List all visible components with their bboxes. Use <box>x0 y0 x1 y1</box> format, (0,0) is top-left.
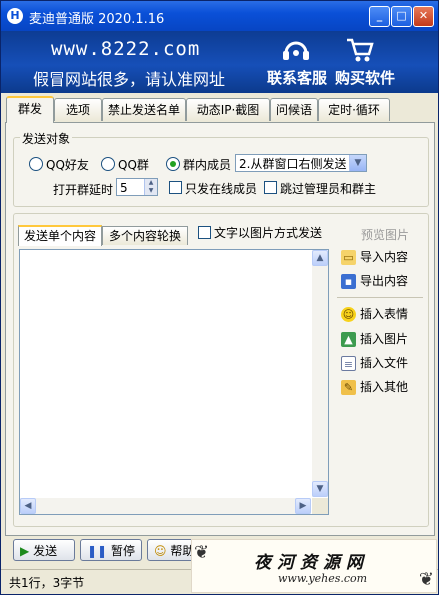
scroll-right-icon[interactable]: ▶ <box>295 498 311 514</box>
insert-other-button[interactable]: ✎ 插入其他 <box>341 377 408 397</box>
cart-icon[interactable] <box>345 37 375 66</box>
stepper-buttons[interactable]: ▲ ▼ <box>144 179 157 195</box>
content-editor[interactable]: ▲ ▼ ◀ ▶ <box>19 249 329 515</box>
close-button[interactable]: ✕ <box>413 6 434 27</box>
play-icon: ▶ <box>20 544 30 558</box>
watermark-overlay: ❦ ❦ 夜河资源网 www.yehes.com <box>191 539 437 593</box>
scroll-corner <box>312 498 328 514</box>
export-content-label: 导出内容 <box>360 274 409 288</box>
image-mode-checkbox[interactable] <box>198 226 211 239</box>
stepper-up-icon[interactable]: ▲ <box>144 179 157 187</box>
help-smiley-icon: ☺ <box>154 544 167 558</box>
only-online-label[interactable]: 只发在线成员 <box>185 180 257 197</box>
import-content-button[interactable]: ▭ 导入内容 <box>341 247 408 267</box>
status-text: 共1行，3字节 <box>9 576 85 590</box>
window-title: 麦迪普通版 2020.1.16 <box>29 12 165 27</box>
radio-qq-friend[interactable] <box>29 157 43 171</box>
pause-button-label: 暂停 <box>110 544 135 558</box>
insert-file-label: 插入文件 <box>360 356 409 370</box>
open-delay-value[interactable]: 5 <box>120 181 128 195</box>
support-link[interactable]: 联系客服 <box>267 67 327 88</box>
tab-mass-send[interactable]: 群发 <box>6 96 54 123</box>
tab-schedule[interactable]: 定时·循环 <box>318 98 390 121</box>
app-icon: H <box>7 8 23 24</box>
tab-dynamic-ip[interactable]: 动态IP·截图 <box>186 98 270 121</box>
horizontal-scrollbar[interactable]: ◀ ▶ <box>20 498 311 514</box>
watermark-name: 夜河资源网 <box>254 553 369 573</box>
radio-qq-friend-label[interactable]: QQ好友 <box>46 156 89 173</box>
export-content-button[interactable]: ▪ 导出内容 <box>341 271 408 291</box>
insert-image-label: 插入图片 <box>360 332 409 346</box>
radio-group-member[interactable] <box>166 157 180 171</box>
picture-icon: ▲ <box>341 332 356 347</box>
subtab-rotate-content[interactable]: 多个内容轮换 <box>102 226 188 245</box>
send-target-title: 发送对象 <box>20 130 73 147</box>
insert-file-button[interactable]: ≡ 插入文件 <box>341 353 408 373</box>
insert-other-label: 插入其他 <box>360 380 409 394</box>
file-icon: ≡ <box>341 356 356 371</box>
send-button[interactable]: ▶ 发送 <box>13 539 75 561</box>
folder-open-icon: ▭ <box>341 250 356 265</box>
image-mode-label[interactable]: 文字以图片方式发送 <box>214 224 322 241</box>
only-online-checkbox[interactable] <box>169 181 182 194</box>
chevron-down-icon[interactable]: ▼ <box>349 155 366 171</box>
radio-group-member-label[interactable]: 群内成员 <box>183 156 231 173</box>
side-divider <box>337 297 423 298</box>
main-tabs: 群发 选项 禁止发送名单 动态IP·截图 问候语 定时·循环 <box>1 96 438 123</box>
radio-qq-group-label[interactable]: QQ群 <box>118 156 149 173</box>
more-insert-icon: ✎ <box>341 380 356 395</box>
import-content-label: 导入内容 <box>360 250 409 264</box>
save-disk-icon: ▪ <box>341 274 356 289</box>
member-mode-value: 2.从群窗口右侧发送 <box>239 157 347 171</box>
subtab-single-content[interactable]: 发送单个内容 <box>18 225 102 246</box>
member-mode-select[interactable]: 2.从群窗口右侧发送 ▼ <box>235 154 367 172</box>
insert-emoji-button[interactable]: ☺ 插入表情 <box>341 304 408 324</box>
title-bar[interactable]: H 麦迪普通版 2020.1.16 _ □ ✕ <box>1 1 438 31</box>
headset-icon[interactable] <box>281 37 311 66</box>
main-window: H 麦迪普通版 2020.1.16 _ □ ✕ www.8222.com 假冒网… <box>0 0 439 595</box>
insert-emoji-label: 插入表情 <box>360 307 409 321</box>
scroll-left-icon[interactable]: ◀ <box>20 498 36 514</box>
send-button-label: 发送 <box>33 544 58 558</box>
tab-blocklist[interactable]: 禁止发送名单 <box>102 98 186 121</box>
radio-qq-group[interactable] <box>101 157 115 171</box>
vertical-scrollbar[interactable]: ▲ ▼ <box>312 250 328 497</box>
minimize-button[interactable]: _ <box>369 6 390 27</box>
open-delay-stepper[interactable]: 5 ▲ ▼ <box>116 178 158 196</box>
banner-url[interactable]: www.8222.com <box>51 38 200 60</box>
watermark-url: www.yehes.com <box>278 572 368 585</box>
banner-slogan: 假冒网站很多，请认准网址 <box>33 70 226 89</box>
scroll-up-icon[interactable]: ▲ <box>312 250 328 266</box>
pause-icon: ❚❚ <box>87 544 108 558</box>
smiley-icon: ☺ <box>341 307 356 322</box>
skip-admin-checkbox[interactable] <box>264 181 277 194</box>
banner: www.8222.com 假冒网站很多，请认准网址 联系客服 购买软件 <box>1 31 438 93</box>
maximize-button[interactable]: □ <box>391 6 412 27</box>
preview-image-button[interactable]: 预览图片 <box>361 226 409 243</box>
buy-link[interactable]: 购买软件 <box>335 67 395 88</box>
corner-ornament-icon: ❦ <box>418 569 434 590</box>
corner-ornament-icon: ❦ <box>194 542 210 563</box>
open-delay-label: 打开群延时 <box>53 183 114 197</box>
scroll-down-icon[interactable]: ▼ <box>312 481 328 497</box>
tab-options[interactable]: 选项 <box>54 98 102 121</box>
stepper-down-icon[interactable]: ▼ <box>144 187 157 195</box>
pause-button[interactable]: ❚❚ 暂停 <box>80 539 142 561</box>
tab-greetings[interactable]: 问候语 <box>270 98 318 121</box>
insert-image-button[interactable]: ▲ 插入图片 <box>341 329 408 349</box>
skip-admin-label[interactable]: 跳过管理员和群主 <box>280 180 376 197</box>
